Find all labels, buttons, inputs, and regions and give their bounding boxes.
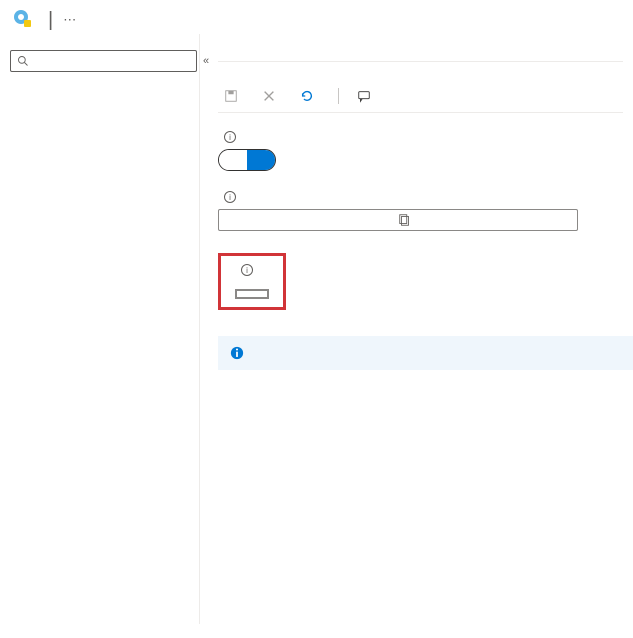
info-icon — [230, 346, 244, 360]
status-toggle[interactable] — [218, 149, 276, 171]
description-text — [218, 62, 633, 82]
refresh-button[interactable] — [300, 89, 320, 103]
status-label: i — [218, 131, 633, 143]
toggle-on[interactable] — [247, 150, 275, 170]
more-actions[interactable]: ⋯ — [59, 8, 80, 32]
feedback-icon — [357, 89, 371, 103]
objectid-label: i — [218, 191, 633, 203]
info-banner — [218, 336, 633, 370]
sidebar-search[interactable] — [10, 50, 197, 72]
automation-account-icon — [12, 8, 34, 30]
info-icon[interactable]: i — [224, 191, 236, 203]
command-bar — [218, 82, 623, 113]
save-icon — [224, 89, 238, 103]
info-icon[interactable]: i — [224, 131, 236, 143]
copy-icon[interactable] — [398, 213, 571, 227]
search-input[interactable] — [35, 54, 190, 68]
permissions-label: i — [235, 264, 269, 276]
azure-role-assignments-button[interactable] — [235, 289, 269, 299]
search-icon — [17, 55, 29, 67]
identity-tabs — [218, 46, 623, 62]
discard-icon — [262, 89, 276, 103]
refresh-icon — [300, 89, 314, 103]
objectid-value-box — [218, 209, 578, 231]
page-header: | ⋯ — [12, 8, 621, 34]
save-button — [224, 89, 244, 103]
discard-button — [262, 89, 282, 103]
toggle-off[interactable] — [219, 150, 247, 170]
blade-title: | — [48, 9, 53, 32]
info-icon[interactable]: i — [241, 264, 253, 276]
permissions-highlight: i — [218, 253, 286, 310]
feedback-button[interactable] — [357, 89, 377, 103]
